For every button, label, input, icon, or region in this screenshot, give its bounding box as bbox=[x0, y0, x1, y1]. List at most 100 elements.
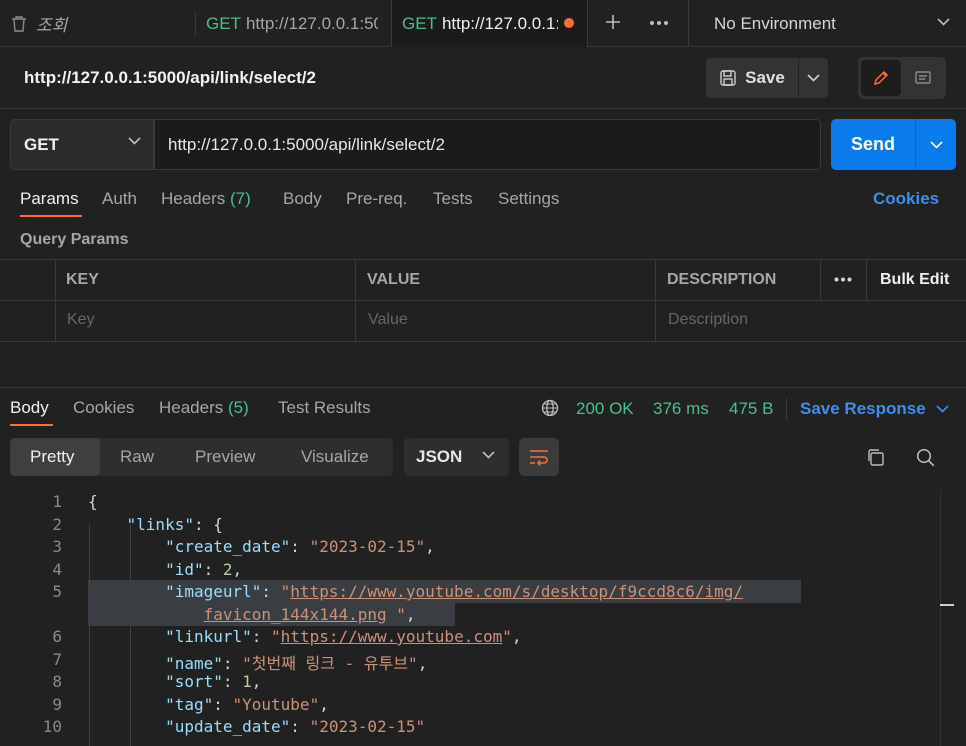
code-line: "update_date": "2023-02-15" bbox=[165, 717, 426, 736]
response-tab-body[interactable]: Body bbox=[10, 398, 49, 418]
environment-select[interactable]: No Environment bbox=[689, 0, 966, 47]
tab-params[interactable]: Params bbox=[20, 189, 79, 209]
tab-body[interactable]: Body bbox=[283, 189, 322, 209]
description-input[interactable]: Description bbox=[668, 311, 748, 329]
wrap-lines-icon[interactable] bbox=[519, 438, 559, 476]
key-input[interactable]: Key bbox=[67, 311, 95, 329]
send-button[interactable]: Send bbox=[831, 119, 915, 170]
column-header-description: DESCRIPTION bbox=[667, 271, 777, 288]
view-visualize[interactable]: Visualize bbox=[301, 447, 369, 467]
tab-url: http://127.0.0.1:5000/api/link/select/2 bbox=[441, 13, 558, 33]
copy-icon[interactable] bbox=[866, 448, 885, 467]
folder-tab[interactable]: 조회 bbox=[0, 0, 195, 47]
tab-method: GET bbox=[402, 13, 437, 33]
send-divider bbox=[915, 119, 916, 170]
tab-prereq[interactable]: Pre-req. bbox=[346, 189, 407, 209]
chevron-down-icon[interactable] bbox=[936, 405, 949, 413]
cookies-link[interactable]: Cookies bbox=[873, 189, 939, 209]
response-tab-cookies[interactable]: Cookies bbox=[73, 398, 134, 418]
code-line: "sort": 1, bbox=[165, 672, 262, 691]
tab-tests[interactable]: Tests bbox=[433, 189, 473, 209]
line-number: 10 bbox=[42, 717, 62, 736]
globe-icon[interactable] bbox=[541, 399, 559, 417]
save-icon bbox=[719, 69, 737, 87]
request-tab-1[interactable]: GET http://127.0.0.1:5000/api/link/selec… bbox=[206, 0, 378, 47]
save-button[interactable]: Save bbox=[706, 58, 798, 98]
chevron-down-icon bbox=[482, 451, 495, 459]
code-line: { bbox=[88, 492, 98, 511]
response-headers-count: (5) bbox=[228, 398, 249, 417]
line-number: 5 bbox=[52, 582, 62, 601]
code-line: "create_date": "2023-02-15", bbox=[165, 537, 435, 556]
request-tab-2[interactable]: GET http://127.0.0.1:5000/api/link/selec… bbox=[402, 0, 558, 47]
line-number: 3 bbox=[52, 537, 62, 556]
tab-divider bbox=[195, 12, 196, 36]
ellipsis-icon[interactable] bbox=[834, 277, 852, 282]
url-link[interactable]: favicon_144x144.png bbox=[204, 605, 387, 624]
tab-settings[interactable]: Settings bbox=[498, 189, 559, 209]
view-pretty[interactable]: Pretty bbox=[30, 447, 74, 467]
pencil-icon[interactable] bbox=[861, 60, 901, 96]
tab-headers-label: Headers bbox=[161, 189, 226, 208]
chevron-down-icon bbox=[128, 137, 141, 145]
divider bbox=[786, 398, 787, 420]
status-code[interactable]: 200 OK bbox=[576, 399, 634, 419]
active-tab-indicator bbox=[20, 215, 82, 217]
tab-method: GET bbox=[206, 13, 241, 33]
bulk-edit-button[interactable]: Bulk Edit bbox=[880, 271, 949, 289]
column-header-value: VALUE bbox=[367, 271, 421, 288]
response-tab-test-results[interactable]: Test Results bbox=[278, 398, 371, 418]
code-line: "linkurl": "https://www.youtube.com", bbox=[165, 627, 522, 646]
line-number: 8 bbox=[52, 672, 62, 691]
table-border-bottom bbox=[0, 341, 966, 342]
url-input[interactable]: http://127.0.0.1:5000/api/link/select/2 bbox=[154, 119, 821, 170]
comment-icon[interactable] bbox=[903, 60, 943, 96]
request-name[interactable]: http://127.0.0.1:5000/api/link/select/2 bbox=[24, 68, 316, 88]
value-input[interactable]: Value bbox=[368, 311, 408, 329]
tab-auth[interactable]: Auth bbox=[102, 189, 137, 209]
search-icon[interactable] bbox=[916, 448, 935, 467]
response-tab-headers[interactable]: Headers (5) bbox=[159, 398, 249, 418]
query-params-title: Query Params bbox=[20, 231, 129, 248]
line-number: 1 bbox=[52, 492, 62, 511]
save-options-button[interactable] bbox=[799, 58, 828, 98]
folder-label: 조회 bbox=[36, 16, 68, 35]
code-line: "name": "첫번째 링크 - 유투브", bbox=[165, 654, 428, 673]
trash-icon bbox=[10, 15, 28, 33]
url-link[interactable]: https://www.youtube.com bbox=[281, 627, 503, 646]
url-value: http://127.0.0.1:5000/api/link/select/2 bbox=[168, 134, 445, 154]
url-link[interactable]: https://www.youtube.com/s/desktop/f9ccd8… bbox=[290, 582, 743, 601]
method-select[interactable]: GET bbox=[10, 119, 154, 170]
active-tab-indicator bbox=[10, 424, 53, 426]
tab-divider bbox=[587, 0, 588, 47]
view-preview[interactable]: Preview bbox=[195, 447, 255, 467]
pane-divider[interactable] bbox=[0, 387, 966, 388]
chevron-down-icon bbox=[937, 18, 950, 26]
plus-icon[interactable] bbox=[604, 13, 622, 31]
table-border-mid bbox=[0, 300, 966, 301]
response-time[interactable]: 376 ms bbox=[653, 399, 709, 419]
table-col-divider bbox=[820, 259, 821, 300]
response-body-editor[interactable]: 1 2 3 4 5 6 7 8 9 10 { "links": { "creat… bbox=[0, 490, 966, 746]
save-response-label: Save Response bbox=[800, 399, 926, 418]
code-line: "links": { bbox=[126, 515, 223, 534]
chevron-down-icon bbox=[807, 74, 820, 82]
line-number: 2 bbox=[52, 515, 62, 534]
view-raw[interactable]: Raw bbox=[120, 447, 154, 467]
send-options-button[interactable] bbox=[916, 119, 956, 170]
tab-url: http://127.0.0.1:5000/api/link/select/1 bbox=[245, 13, 378, 33]
tab-headers[interactable]: Headers (7) bbox=[161, 189, 251, 209]
table-col-divider bbox=[55, 259, 56, 341]
environment-label: No Environment bbox=[714, 13, 836, 33]
code-line: "id": 2, bbox=[165, 560, 243, 579]
code-line: "tag": "Youtube", bbox=[165, 695, 329, 714]
headers-count: (7) bbox=[230, 189, 251, 208]
response-size[interactable]: 475 B bbox=[729, 399, 773, 419]
save-response-button[interactable]: Save Response bbox=[800, 399, 926, 419]
ellipsis-icon[interactable] bbox=[649, 20, 669, 26]
scrollbar-track[interactable] bbox=[940, 490, 941, 746]
scrollbar-marker bbox=[940, 604, 954, 606]
line-number: 9 bbox=[52, 695, 62, 714]
code-line: favicon_144x144.png ", bbox=[203, 605, 416, 624]
format-select[interactable]: JSON bbox=[404, 438, 509, 476]
